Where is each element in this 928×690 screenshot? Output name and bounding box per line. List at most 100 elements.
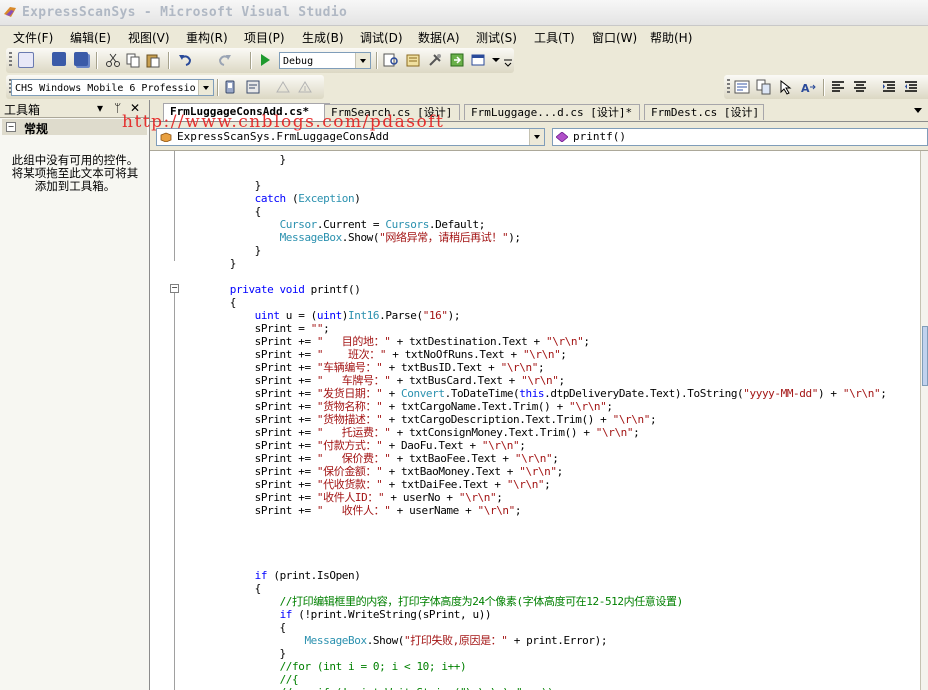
code-token: + txtNoOfRuns.Text + [386,348,523,361]
member-selector[interactable]: printf() [552,128,928,146]
configuration-value: Debug [283,56,314,67]
find-in-files-icon[interactable] [383,52,399,68]
toolbar-grip[interactable] [727,79,730,95]
menu-bar: 文件(F) 编辑(E) 视图(V) 重构(R) 项目(P) 生成(B) 调试(D… [0,26,928,46]
vertical-scrollbar[interactable] [920,151,928,690]
class-icon [160,132,172,142]
tab-frmluggage-design[interactable]: FrmLuggage...d.cs [设计]* [464,104,640,120]
paste-icon[interactable] [145,52,161,68]
toolbox-window-icon[interactable] [471,52,487,68]
code-token: // if (!print.WriteString("\r\n\r\n", u)… [280,686,554,690]
code-token: ( [285,192,299,205]
menu-test[interactable]: 测试(S) [476,29,517,46]
tab-frmdest-design[interactable]: FrmDest.cs [设计] [644,104,764,120]
menu-build[interactable]: 生成(B) [302,29,344,46]
menu-debug[interactable]: 调试(D) [360,29,403,46]
solution-explorer-icon[interactable] [405,52,421,68]
code-token: { [180,621,287,634]
save-all-icon[interactable] [74,52,88,66]
class-view-icon[interactable] [734,79,750,95]
solution-configuration-select[interactable]: Debug [279,52,371,69]
menu-project[interactable]: 项目(P) [244,29,285,46]
menu-window[interactable]: 窗口(W) [592,29,637,46]
font-size-icon[interactable]: A [800,79,816,95]
menu-data[interactable]: 数据(A) [418,29,460,46]
code-line: sPrint += "保价金额：" + txtBaoMoney.Text + "… [180,465,564,478]
code-token: + txtBusID.Text + [382,361,501,374]
active-files-dropdown-icon[interactable] [914,108,922,113]
code-token: "\r\n" [569,400,607,413]
method-icon [556,132,568,142]
code-line: sPrint = ""; [180,322,330,335]
code-token: if [279,608,293,621]
object-browser-icon[interactable] [449,52,465,68]
pointer-tool-icon[interactable] [778,79,794,95]
chevron-down-icon[interactable] [492,56,500,64]
window-position-dropdown-icon[interactable]: ▾ [97,101,103,115]
redo-icon[interactable] [217,52,233,68]
code-line: uint u = (uint)Int16.Parse("16"); [180,309,461,322]
copy-icon[interactable] [125,52,141,68]
indent-icon[interactable] [881,79,897,95]
code-token: + userNo + [384,491,459,504]
copy-format-icon[interactable] [756,79,772,95]
code-token: "网络异常，请稍后再试！" [379,231,509,244]
code-line: sPrint += " 车牌号：" + txtBusCard.Text + "\… [180,374,565,387]
save-icon[interactable] [52,52,66,66]
code-token: + txtCargoDescription.Text.Trim() + [382,413,613,426]
scrollbar-thumb[interactable] [922,326,928,386]
code-line: MessageBox.Show("网络异常，请稍后再试！"); [180,231,521,244]
code-editor[interactable]: − } } catch (Exception) { Cursor.Current… [150,151,920,690]
code-token: + txtBaoMoney.Text + [382,465,520,478]
menu-file[interactable]: 文件(F) [13,29,53,46]
code-token: { [180,296,237,309]
chevron-down-icon[interactable] [198,80,213,95]
deploy-solution-icon[interactable] [297,79,313,95]
new-project-icon[interactable] [18,52,34,68]
code-line: sPrint += "货物描述：" + txtCargoDescription.… [180,413,657,426]
target-device-select[interactable]: CHS Windows Mobile 6 Professio [11,79,214,96]
code-token: ); [447,309,461,322]
code-token: + txtDaiFee.Text + [382,478,507,491]
svg-text:A: A [801,82,810,95]
code-token: "\r\n" [477,504,516,517]
menu-edit[interactable]: 编辑(E) [70,29,111,46]
menu-view[interactable]: 视图(V) [128,29,170,46]
align-left-icon[interactable] [830,79,846,95]
code-token: MessageBox [279,231,343,244]
code-line: //for (int i = 0; i < 10; i++) [180,660,467,673]
chevron-down-icon[interactable] [529,129,544,145]
cut-icon[interactable] [105,52,121,68]
code-token: MessageBox [304,634,367,647]
code-token: ; [514,504,522,517]
code-token: " 托运费：" [316,426,391,439]
chevron-down-icon[interactable] [355,53,370,68]
auto-hide-pin-icon[interactable]: ᛘ [114,101,121,115]
code-token: "" [310,322,324,335]
outdent-icon[interactable] [903,79,919,95]
menu-tools[interactable]: 工具(T) [534,29,575,46]
menu-refactor[interactable]: 重构(R) [186,29,228,46]
device-options-icon[interactable] [223,79,239,95]
start-debugging-icon[interactable] [257,52,273,68]
deploy-icon[interactable] [275,79,291,95]
code-token: + txtBaoFee.Text + [390,452,515,465]
title-bar: ExpressScanSys - Microsoft Visual Studio [0,0,928,26]
collapse-region-icon[interactable]: − [170,284,179,293]
connect-device-icon[interactable] [245,79,261,95]
menu-help[interactable]: 帮助(H) [650,29,692,46]
collapse-icon[interactable]: − [6,122,16,132]
align-center-icon[interactable] [852,79,868,95]
undo-icon[interactable] [177,52,193,68]
code-token: ; [544,478,551,491]
code-token: sPrint += [180,335,317,348]
code-token: .Parse( [379,309,423,322]
code-token: sPrint += [180,400,317,413]
code-token: + userName + [390,504,478,517]
properties-icon[interactable] [427,52,443,68]
toolbar-overflow-icon[interactable] [503,58,513,68]
toolbar-grip[interactable] [9,52,12,68]
